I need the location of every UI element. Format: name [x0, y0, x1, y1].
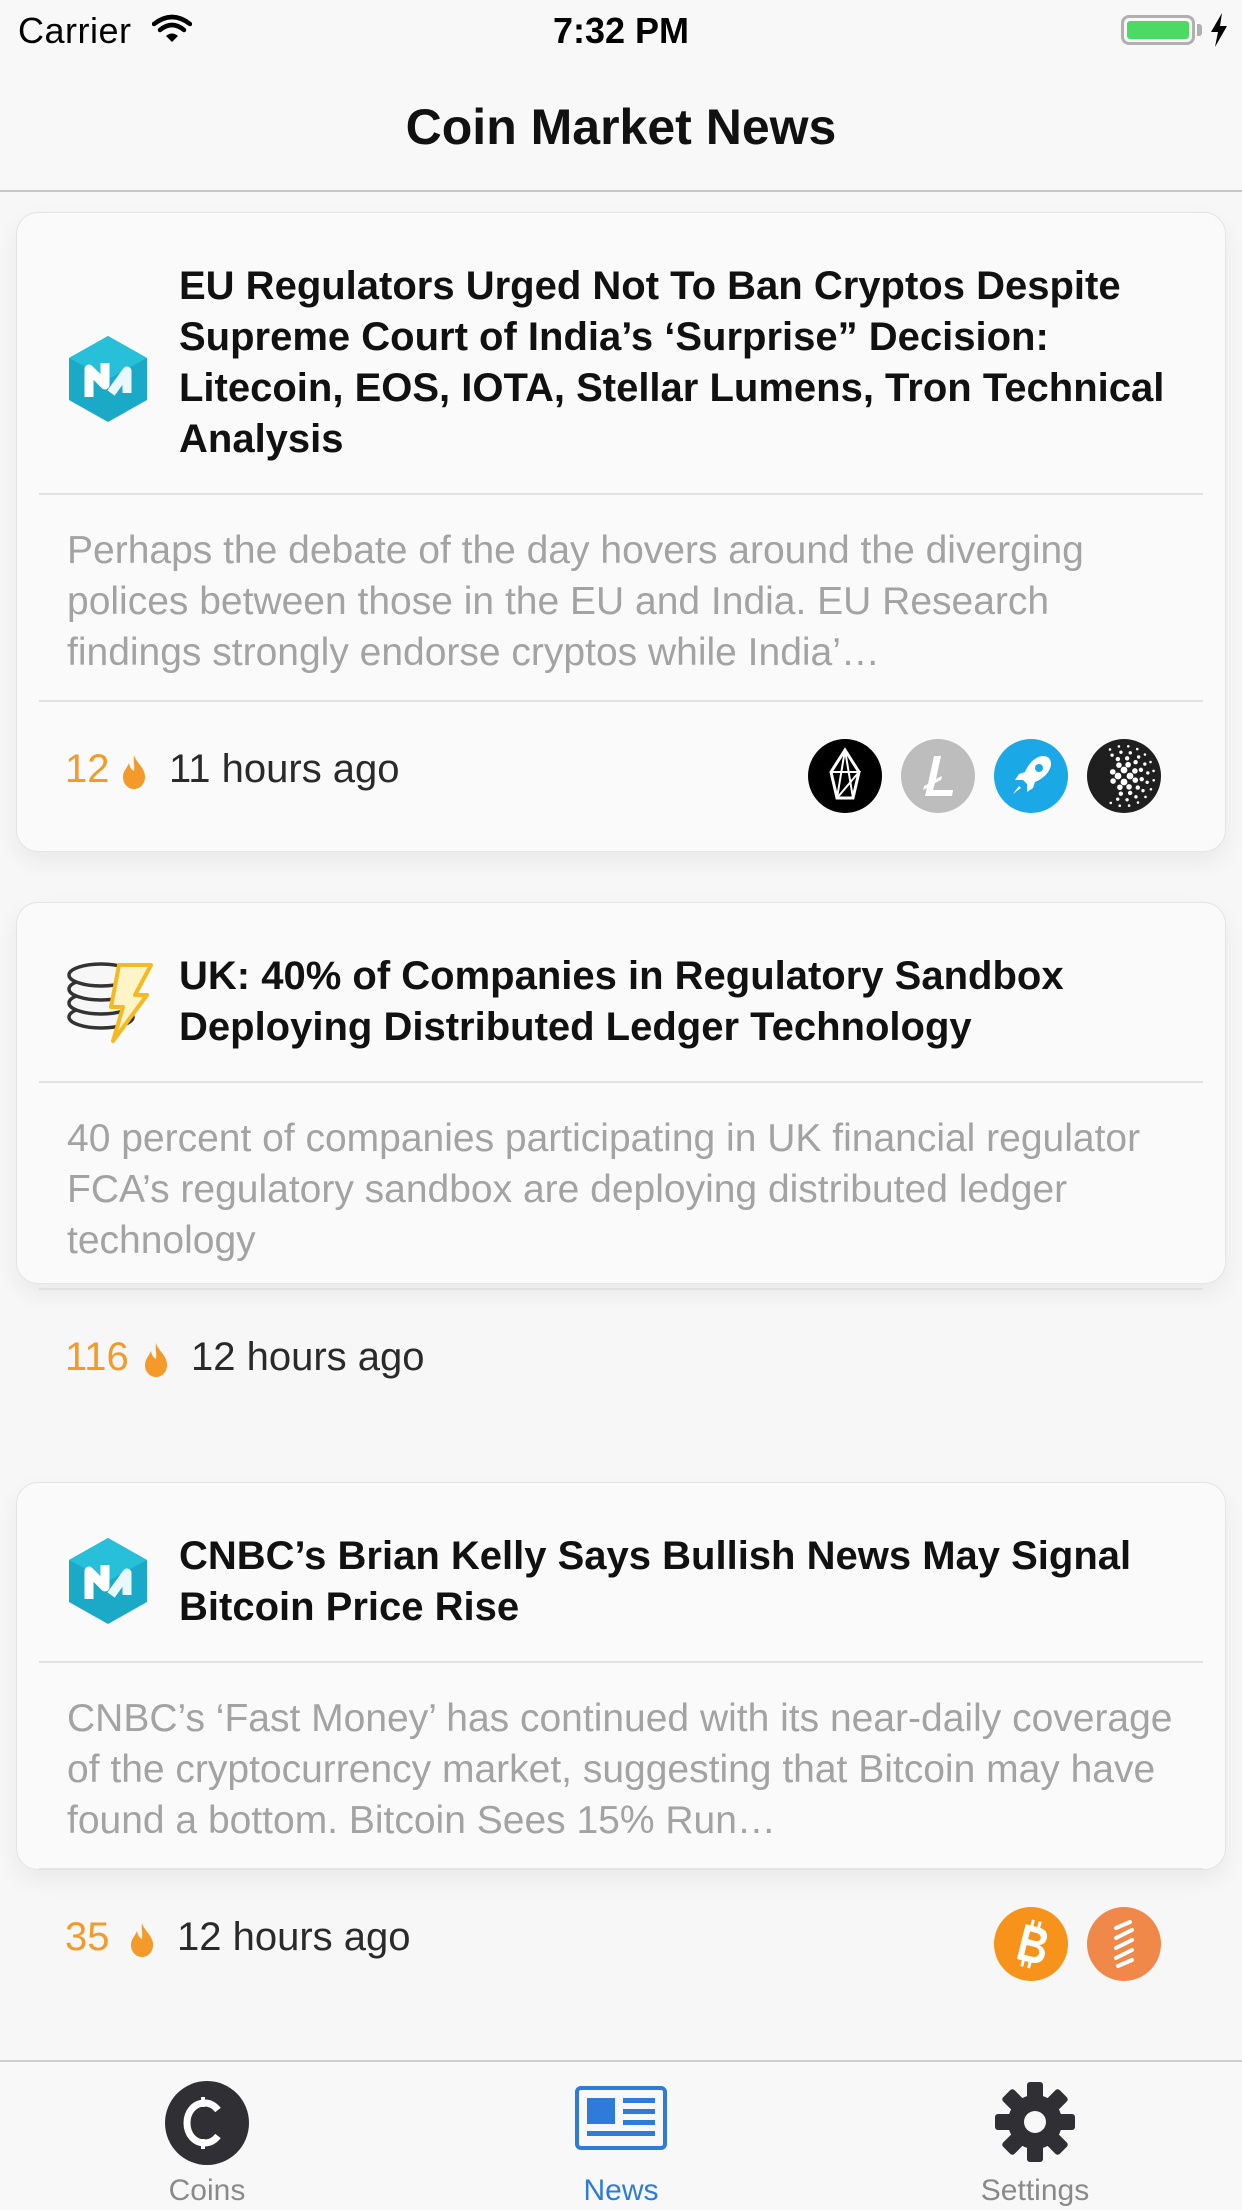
- card-header: CNBC’s Brian Kelly Says Bullish News May…: [17, 1483, 1225, 1661]
- article-title[interactable]: UK: 40% of Companies in Regulatory Sandb…: [179, 951, 1211, 1053]
- news-card[interactable]: UK: 40% of Companies in Regulatory Sandb…: [16, 902, 1226, 1379]
- fast-money-icon[interactable]: [1086, 1906, 1162, 1982]
- battery-icon: [1121, 15, 1195, 45]
- tab-coins[interactable]: Coins: [57, 2062, 357, 2210]
- hot-score: 116: [65, 1335, 129, 1379]
- stellar-icon[interactable]: [993, 738, 1069, 814]
- flame-icon: [145, 1343, 167, 1377]
- coin-market-news-icon: [69, 336, 147, 422]
- tab-settings[interactable]: Settings: [885, 2062, 1185, 2210]
- litecoin-icon[interactable]: [900, 738, 976, 814]
- news-card[interactable]: EU Regulators Urged Not To Ban Cryptos D…: [16, 212, 1226, 852]
- iota-icon[interactable]: [1086, 738, 1162, 814]
- card-header: EU Regulators Urged Not To Ban Cryptos D…: [17, 213, 1225, 493]
- time-ago: 12 hours ago: [191, 1335, 425, 1379]
- article-summary: 40 percent of companies participating in…: [67, 1117, 1141, 1262]
- navigation-bar: Coin Market News: [0, 62, 1242, 192]
- card-footer: 35 12 hours ago: [17, 1870, 1225, 2008]
- charging-bolt-icon: [1211, 13, 1227, 47]
- battery-cap: [1197, 24, 1202, 36]
- tab-bar: Coins News Settings: [0, 2060, 1242, 2208]
- bitcoin-icon[interactable]: [993, 1906, 1069, 1982]
- news-card[interactable]: CNBC’s Brian Kelly Says Bullish News May…: [16, 1482, 1226, 1981]
- coin-market-news-icon: [69, 1538, 147, 1624]
- card-footer: 116 12 hours ago: [17, 1290, 1225, 1428]
- flame-icon: [131, 1923, 153, 1957]
- tab-label: Coins: [168, 2174, 246, 2207]
- article-title[interactable]: EU Regulators Urged Not To Ban Cryptos D…: [179, 261, 1211, 465]
- eos-icon[interactable]: [807, 738, 883, 814]
- newspaper-icon: [575, 2086, 667, 2150]
- card-header: UK: 40% of Companies in Regulatory Sandb…: [17, 903, 1225, 1081]
- article-title[interactable]: CNBC’s Brian Kelly Says Bullish News May…: [179, 1531, 1211, 1633]
- news-feed[interactable]: EU Regulators Urged Not To Ban Cryptos D…: [0, 194, 1242, 2060]
- tab-news[interactable]: News: [471, 2062, 771, 2210]
- coins-icon: [165, 2081, 249, 2165]
- status-bar: Carrier 7:32 PM: [0, 0, 1242, 62]
- hot-score: 35: [65, 1915, 110, 1959]
- article-summary: Perhaps the debate of the day hovers aro…: [67, 529, 1084, 674]
- tab-label: News: [583, 2174, 659, 2207]
- status-time: 7:32 PM: [552, 10, 690, 51]
- article-summary: CNBC’s ‘Fast Money’ has continued with i…: [67, 1697, 1173, 1842]
- flame-icon: [123, 755, 145, 789]
- gear-icon: [995, 2082, 1075, 2162]
- hot-score: 12: [65, 747, 110, 791]
- tab-label: Settings: [980, 2174, 1090, 2207]
- page-title: Coin Market News: [405, 99, 837, 155]
- time-ago: 12 hours ago: [177, 1915, 411, 1959]
- coin-stack-lightning-icon: [67, 962, 153, 1043]
- card-footer: 12 11 hours ago: [17, 702, 1225, 840]
- time-ago: 11 hours ago: [169, 747, 400, 791]
